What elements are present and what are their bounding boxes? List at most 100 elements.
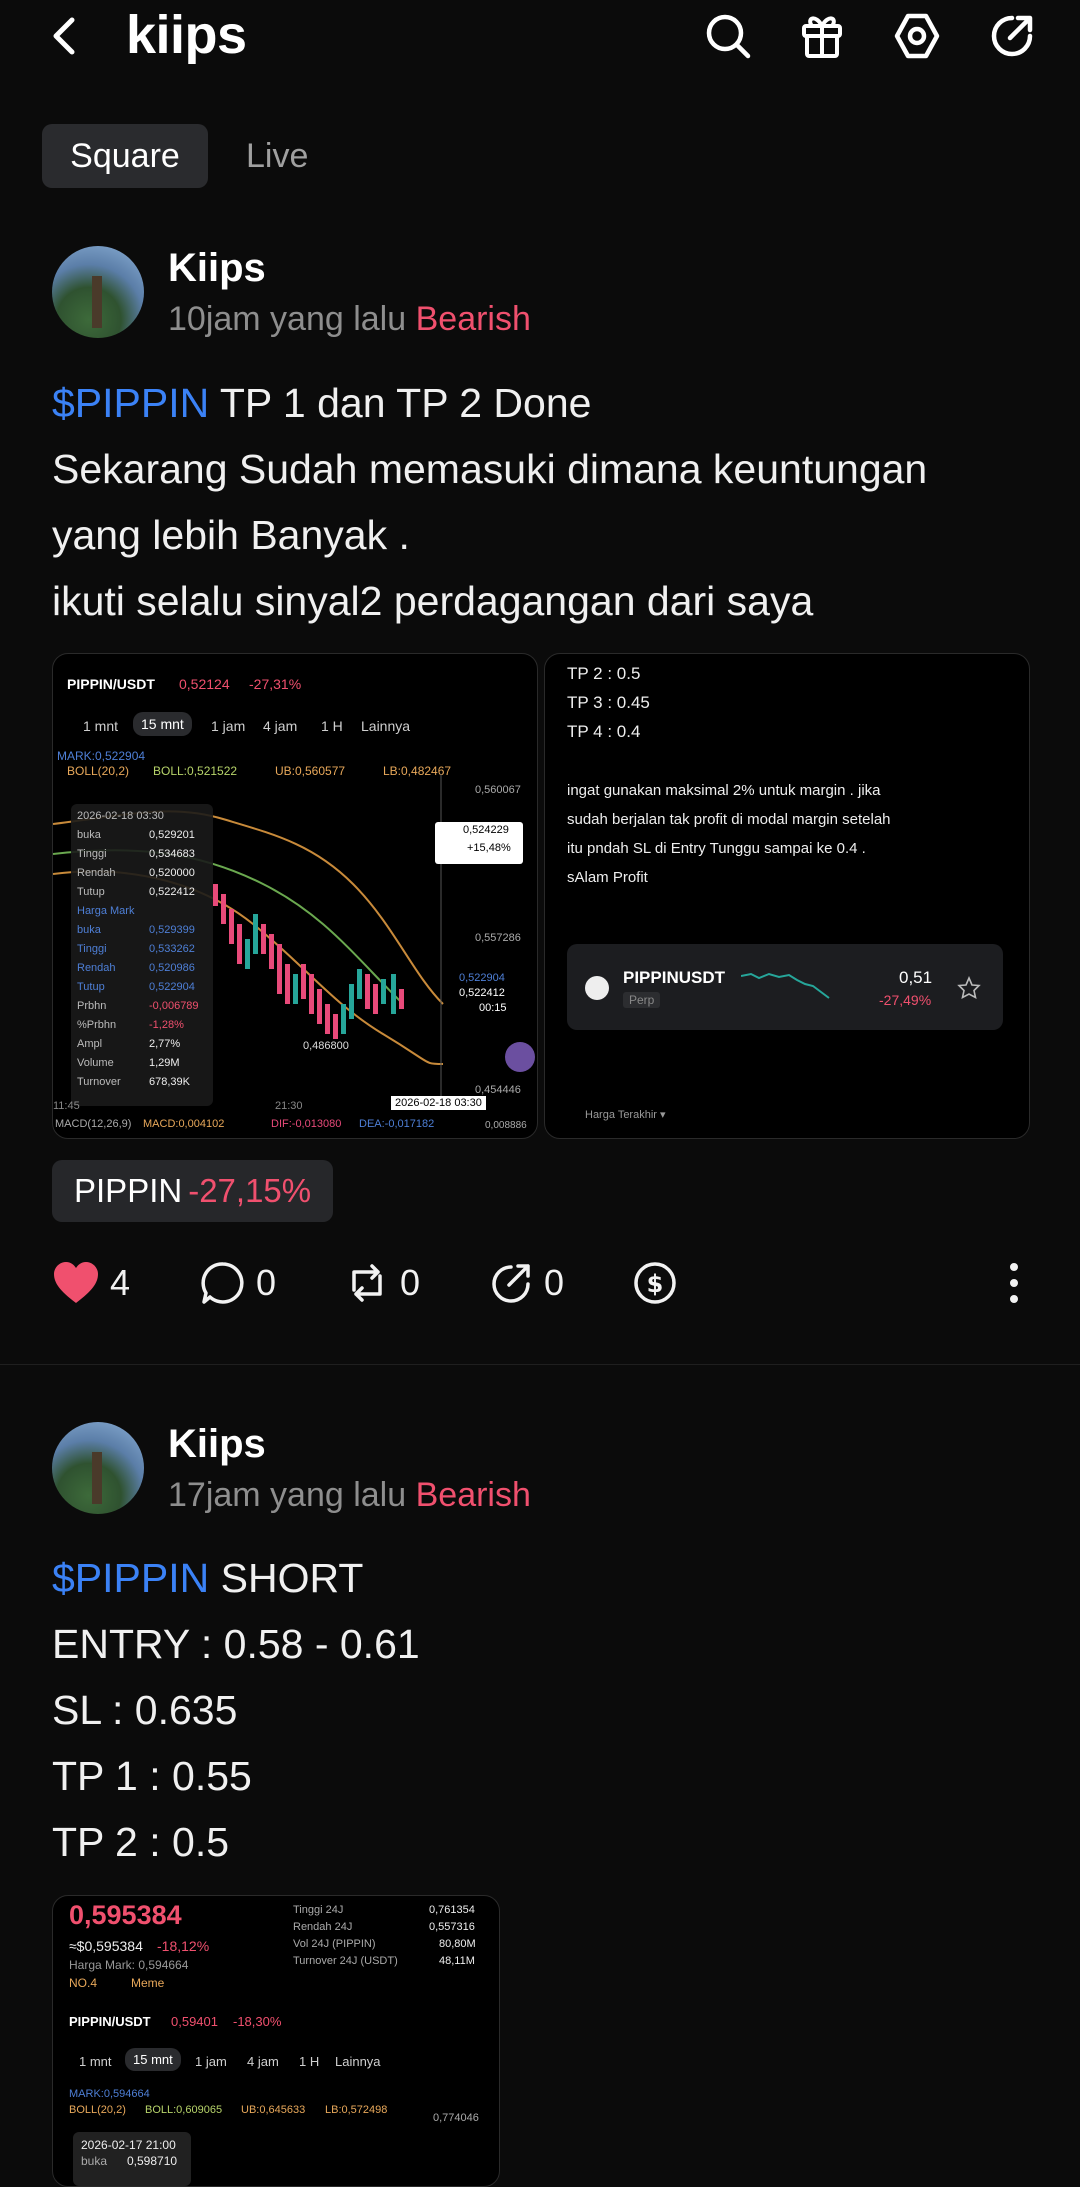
post-image-chart[interactable]: PIPPIN/USDT 0,52124 -27,31% 1 mnt 15 mnt…: [52, 653, 538, 1139]
comment-button[interactable]: 0: [200, 1255, 276, 1311]
stat-value: 0,761354: [429, 1904, 475, 1916]
x-tick: 21:30: [275, 1100, 303, 1112]
interval: 4 jam: [247, 2054, 279, 2069]
sentiment-badge: Bearish: [415, 1476, 531, 1514]
tooltip-value: -0,006789: [149, 1000, 199, 1012]
pair-price: 0,59401: [171, 2014, 218, 2029]
page-title: kiips: [126, 5, 247, 65]
more-icon: [1010, 1263, 1018, 1303]
post-line: Sekarang Sudah memasuki dimana keuntunga…: [52, 446, 928, 492]
post-image-chart[interactable]: 0,595384 ≈$0,595384 -18,12% Harga Mark: …: [52, 1895, 500, 2187]
tooltip-value: 678,39K: [149, 1076, 190, 1088]
post-line: SL : 0.635: [52, 1687, 238, 1733]
x-tick: 11:45: [53, 1100, 80, 1112]
post-author[interactable]: Kiips: [168, 1422, 266, 1467]
tp-line: TP 3 : 0.45: [567, 693, 650, 712]
tooltip-value: 0,598710: [127, 2154, 178, 2168]
mark-label: MARK:0,594664: [69, 2088, 150, 2100]
tooltip-label: Tutup: [77, 886, 105, 898]
interval: 1 mnt: [83, 718, 119, 734]
coin-logo: [585, 976, 609, 1000]
post-line: TP 2 : 0.5: [52, 1819, 230, 1865]
stat-value: 0,557316: [429, 1921, 475, 1933]
post-author[interactable]: Kiips: [168, 246, 266, 291]
dea-value: DEA:-0,017182: [359, 1118, 435, 1130]
axis-label: 0,774046: [433, 2112, 479, 2124]
post-line: SHORT: [209, 1555, 364, 1601]
interval: 1 H: [321, 718, 343, 734]
boll-ub: UB:0,645633: [241, 2104, 306, 2116]
coin-price: 0,51: [899, 968, 933, 987]
like-button[interactable]: 4: [52, 1255, 130, 1311]
stat-label: Rendah 24J: [293, 1921, 353, 1933]
tab-live[interactable]: Live: [246, 124, 308, 188]
tooltip-label: Rendah: [77, 867, 116, 879]
post-body: $PIPPIN SHORT ENTRY : 0.58 - 0.61 SL : 0…: [52, 1545, 420, 1875]
post-time: 10jam yang lalu: [168, 300, 407, 338]
interval: Lainnya: [361, 718, 411, 734]
pair-change: -18,30%: [233, 2014, 282, 2029]
avatar[interactable]: [52, 246, 144, 338]
tooltip-value: 0,529201: [149, 829, 195, 841]
usd-price: ≈$0,595384: [69, 1938, 143, 1954]
tooltip-label: Tinggi: [77, 943, 107, 955]
coin-type: Perp: [623, 992, 661, 1008]
ticker-link[interactable]: $PIPPIN: [52, 380, 209, 426]
star-icon[interactable]: [957, 976, 981, 1000]
stat-label: Turnover 24J (USDT): [293, 1955, 398, 1967]
tooltip-value: 0,522904: [149, 981, 195, 993]
coin-chip[interactable]: PIPPIN -27,15%: [52, 1160, 334, 1222]
tooltip-value: 1,29M: [149, 1057, 180, 1069]
interval-active: 15 mnt: [133, 712, 192, 736]
repost-button[interactable]: 0: [344, 1255, 420, 1311]
dif-value: DIF:-0,013080: [271, 1118, 342, 1130]
axis-label: 0,557286: [475, 932, 521, 944]
time-tag: 2026-02-18 03:30: [391, 1096, 486, 1110]
post-meta: 17jam yang lalu Bearish: [168, 1476, 531, 1515]
tooltip-date: 2026-02-17 21:00: [81, 2138, 176, 2152]
pair-change: -27,31%: [249, 676, 302, 692]
post-image-note[interactable]: TP 2 : 0.5 TP 3 : 0.45 TP 4 : 0.4 ingat …: [544, 653, 1030, 1139]
tooltip-value: 0,533262: [149, 943, 195, 955]
tab-square[interactable]: Square: [42, 124, 208, 188]
search-icon[interactable]: [702, 10, 754, 62]
pair-price: 0,52124: [179, 676, 230, 692]
axis-label: 0,560067: [475, 784, 521, 796]
tooltip-label: buka: [81, 2154, 108, 2168]
boll-mid: BOLL:0,609065: [145, 2104, 223, 2116]
note-line: sudah berjalan tak profit di modal margi…: [567, 811, 891, 828]
tooltip-value: 0,529399: [149, 924, 195, 936]
tooltip-value: 0,520986: [149, 962, 195, 974]
big-price: 0,595384: [69, 1900, 182, 1930]
tooltip-label: 2026-02-18 03:30: [77, 810, 164, 822]
gift-icon[interactable]: [796, 10, 848, 62]
ticker-link[interactable]: $PIPPIN: [52, 1555, 209, 1601]
top-bar: kiips: [0, 0, 1080, 80]
tooltip-label: buka: [77, 924, 101, 936]
comment-icon: [201, 1262, 244, 1304]
note-line: ingat gunakan maksimal 2% untuk margin .…: [567, 782, 881, 799]
avatar[interactable]: [52, 1422, 144, 1514]
float-button[interactable]: [505, 1042, 535, 1072]
share-icon[interactable]: [986, 10, 1038, 62]
mark-price: Harga Mark: 0,594664: [69, 1958, 189, 1972]
tooltip-label: Prbhn: [77, 1000, 107, 1012]
tip-button[interactable]: $: [632, 1255, 688, 1311]
more-button[interactable]: [1006, 1255, 1032, 1311]
interval: Lainnya: [335, 2054, 381, 2069]
post-time: 17jam yang lalu: [168, 1476, 407, 1514]
macd-label: MACD(12,26,9): [55, 1118, 132, 1130]
note-line: sAlam Profit: [567, 869, 648, 886]
heart-icon: [54, 1262, 98, 1303]
interval-active: 15 mnt: [125, 2048, 181, 2071]
countdown-tag: 00:15: [479, 1002, 507, 1014]
back-icon[interactable]: [46, 14, 82, 58]
post-meta: 10jam yang lalu Bearish: [168, 300, 531, 339]
stat-value: 48,11M: [439, 1955, 475, 1967]
tooltip-value: 2,77%: [149, 1038, 181, 1050]
settings-icon[interactable]: [891, 10, 943, 62]
share-count: 0: [544, 1262, 565, 1303]
share-button[interactable]: 0: [488, 1255, 564, 1311]
repost-icon: [352, 1264, 382, 1302]
stat-label: Vol 24J (PIPPIN): [293, 1938, 376, 1950]
